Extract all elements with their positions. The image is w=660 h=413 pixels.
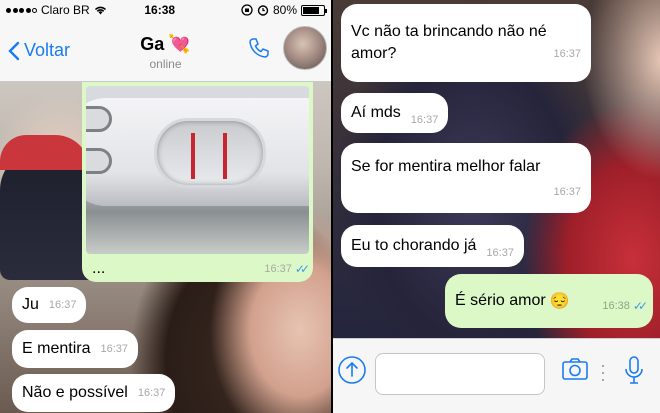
upload-button[interactable] xyxy=(337,355,367,390)
message-input[interactable] xyxy=(375,353,545,395)
message-text-line-1: Vc não ta brincando não né xyxy=(351,23,547,40)
result-line-2 xyxy=(223,133,227,179)
message-time: 16:37 xyxy=(137,387,166,399)
wifi-icon xyxy=(94,6,106,15)
status-time: 16:38 xyxy=(144,3,176,17)
left-chat-screenshot: Claro BR 16:38 80% Voltar Ga 💘 online ..… xyxy=(0,0,331,413)
image-message-bubble[interactable]: ... 16:37 ✓✓ xyxy=(82,82,313,282)
message-time: 16:37 xyxy=(264,263,292,275)
message-time: 16:37 xyxy=(410,114,439,126)
incoming-message[interactable]: Aí mds 16:37 xyxy=(341,93,449,133)
message-text: Aí mds xyxy=(351,104,401,121)
incoming-message[interactable]: Não e possível 16:37 xyxy=(12,374,176,412)
test-hole-top xyxy=(86,106,112,132)
test-body xyxy=(86,98,309,206)
chat-header: Voltar Ga 💘 online xyxy=(0,20,331,82)
pensive-face-icon: 😔 xyxy=(549,293,570,310)
alarm-icon xyxy=(257,5,269,16)
message-time: 16:37 xyxy=(553,48,581,60)
contact-emoji: 💘 xyxy=(168,34,191,54)
message-input-bar: · · · xyxy=(333,338,660,413)
test-hole-bottom xyxy=(86,148,112,174)
right-chat-screenshot: Vc não ta brincando não né amor? 16:37 A… xyxy=(333,0,660,413)
contact-info[interactable]: Ga 💘 online xyxy=(0,34,331,71)
incoming-message[interactable]: Eu to chorando já 16:37 xyxy=(341,225,524,267)
carrier-label: Claro BR xyxy=(41,3,90,17)
image-caption: ... xyxy=(92,260,106,277)
test-result-window xyxy=(154,118,266,188)
message-text: Não e possível xyxy=(22,384,128,401)
outgoing-message[interactable]: É sério amor 😔 16:38 ✓✓ xyxy=(445,274,653,328)
double-check-icon: ✓✓ xyxy=(294,262,310,276)
camera-icon xyxy=(562,358,588,380)
battery-percent: 80% xyxy=(272,3,297,17)
upload-icon xyxy=(338,356,366,384)
pregnancy-test-photo[interactable] xyxy=(86,86,309,254)
camera-button[interactable] xyxy=(561,357,589,386)
incoming-message[interactable]: Vc não ta brincando não né amor? 16:37 xyxy=(341,4,591,82)
battery-icon xyxy=(301,4,327,16)
call-button[interactable] xyxy=(247,36,271,65)
message-time: 16:37 xyxy=(100,343,128,355)
contact-avatar[interactable] xyxy=(283,26,327,70)
microphone-button[interactable] xyxy=(623,355,645,390)
message-time: 16:37 xyxy=(486,247,514,259)
incoming-message[interactable]: Ju 16:37 xyxy=(12,287,87,323)
message-text-line-2: amor? xyxy=(351,45,397,62)
message-time: 16:38 xyxy=(602,300,630,312)
contact-name: Ga xyxy=(140,34,165,54)
message-text: Ju xyxy=(22,296,39,313)
lock-rotation-icon xyxy=(241,4,253,16)
message-text: Se for mentira melhor falar xyxy=(351,158,541,175)
incoming-message[interactable]: E mentira 16:37 xyxy=(12,330,138,368)
double-check-icon: ✓✓ xyxy=(632,299,648,313)
toolbar-separator: · · · xyxy=(600,355,606,389)
phone-icon xyxy=(249,38,269,58)
message-time: 16:37 xyxy=(553,186,581,198)
message-text: E mentira xyxy=(22,340,91,357)
microphone-icon xyxy=(625,356,643,384)
incoming-message[interactable]: Se for mentira melhor falar 16:37 xyxy=(341,143,591,213)
message-text: É sério amor xyxy=(455,292,546,309)
contact-status: online xyxy=(149,57,182,71)
status-bar: Claro BR 16:38 80% xyxy=(0,0,331,20)
message-time: 16:37 xyxy=(48,299,77,311)
message-text: Eu to chorando já xyxy=(351,237,477,254)
battery-level-fill xyxy=(303,6,319,14)
signal-dots-icon xyxy=(6,7,37,13)
result-line-1 xyxy=(191,133,195,179)
